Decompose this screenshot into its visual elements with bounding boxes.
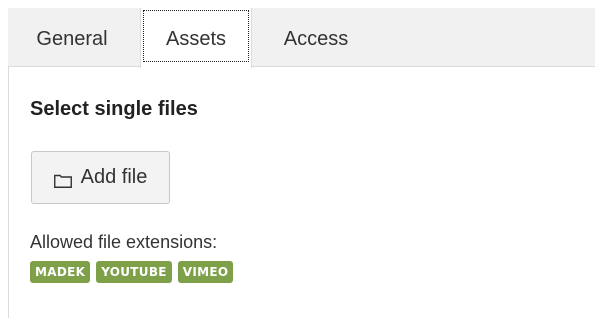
extension-badges: MADEK YOUTUBE VIMEO xyxy=(30,261,234,283)
tab-access-label: Access xyxy=(283,28,349,50)
extension-badge-vimeo: VIMEO xyxy=(177,261,234,283)
tab-general-label: General xyxy=(36,28,108,50)
panel-border xyxy=(8,66,9,318)
tab-general[interactable]: General xyxy=(8,8,136,66)
extension-badge-youtube: YOUTUBE xyxy=(96,261,172,283)
section-title: Select single files xyxy=(30,98,198,120)
folder-icon xyxy=(53,171,72,188)
add-file-button[interactable]: Add file xyxy=(31,151,170,204)
allowed-extensions-label: Allowed file extensions: xyxy=(30,232,218,252)
add-file-label: Add file xyxy=(80,166,148,188)
extension-badge-madek: MADEK xyxy=(30,261,91,283)
tab-bar: General Assets Access xyxy=(8,8,595,68)
assets-panel: General Assets Access Select single file… xyxy=(0,0,595,318)
tab-access[interactable]: Access xyxy=(258,8,374,66)
tab-assets[interactable]: Assets xyxy=(140,8,252,68)
tab-assets-label: Assets xyxy=(165,28,227,50)
